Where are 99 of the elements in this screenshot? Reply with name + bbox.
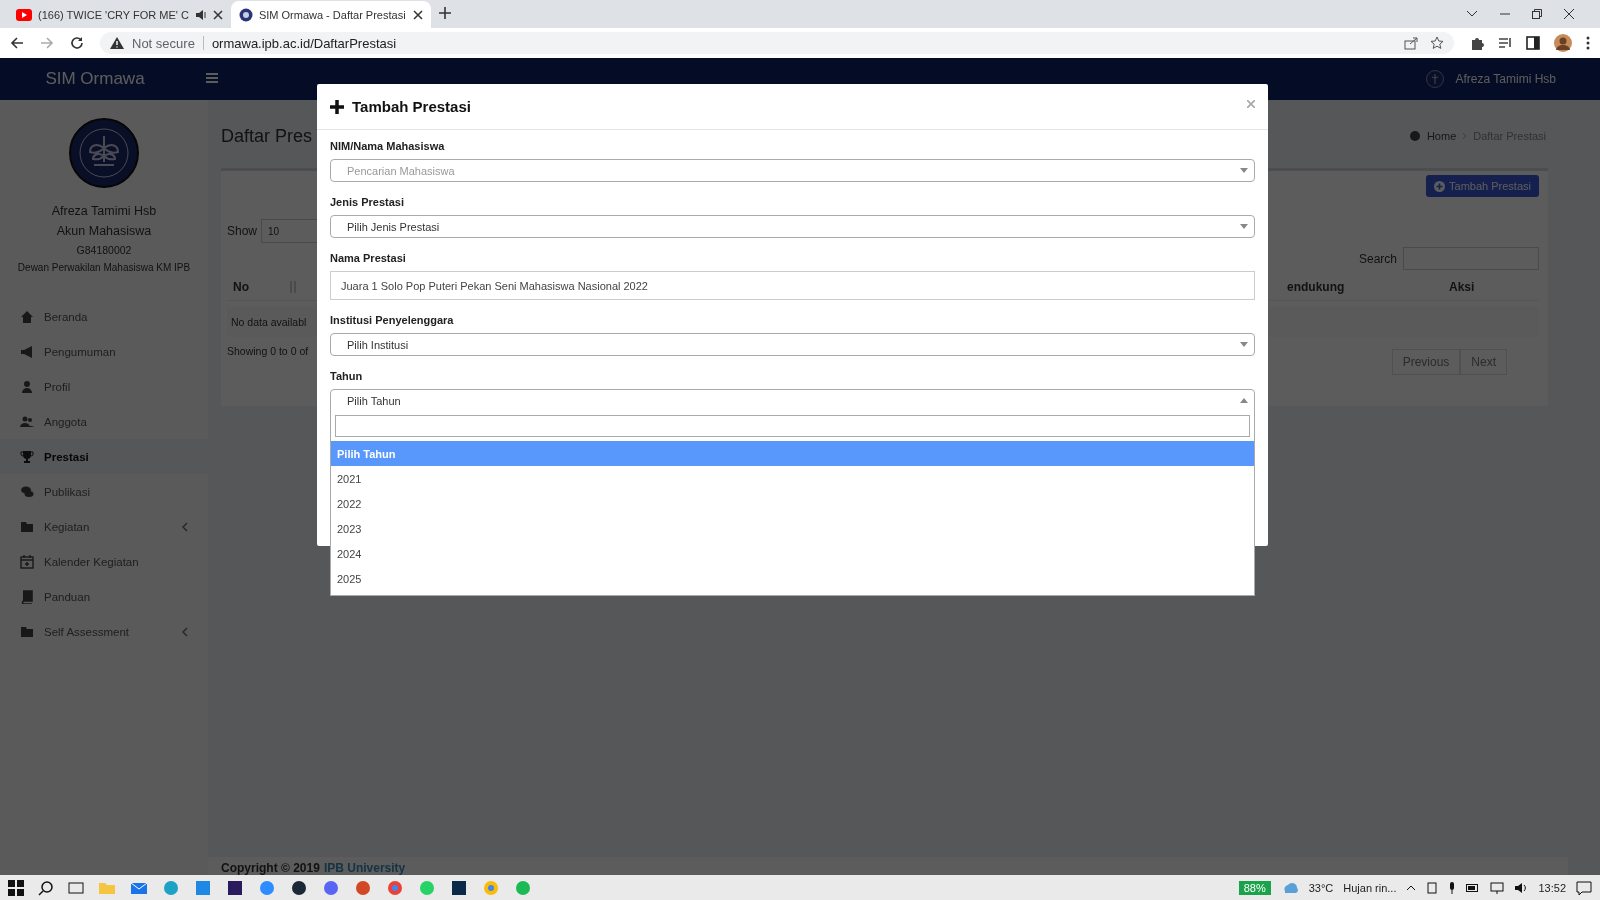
dropdown-option[interactable]: 2023: [331, 516, 1254, 541]
warning-icon: [110, 37, 124, 49]
side-panel-icon[interactable]: [1526, 36, 1540, 50]
browser-tab[interactable]: SIM Ormawa - Daftar Prestasi: [230, 1, 431, 28]
home-icon: [20, 309, 34, 324]
text-field[interactable]: Juara 1 Solo Pop Puteri Pekan Seni Mahasiswa Nasional 2022: [330, 271, 1255, 300]
back-icon[interactable]: [10, 36, 24, 50]
seal-icon: [238, 7, 253, 22]
restore-icon[interactable]: [1532, 9, 1542, 19]
avatar-icon[interactable]: [1554, 34, 1572, 52]
microphone-icon[interactable]: [1448, 881, 1457, 894]
notification-icon[interactable]: [1576, 880, 1592, 895]
sidebar-item[interactable]: Publikasi: [0, 474, 208, 509]
app-icon[interactable]: [226, 878, 244, 897]
close-icon[interactable]: [1564, 9, 1574, 19]
trophy-icon: [20, 449, 34, 464]
video-play-icon: [16, 8, 32, 21]
windows-icon[interactable]: [8, 879, 24, 896]
chevron-down-icon[interactable]: [1466, 10, 1478, 18]
app-icon[interactable]: [290, 878, 308, 897]
new-tab-icon[interactable]: [438, 7, 451, 19]
dropdown-option[interactable]: 2021: [331, 466, 1254, 491]
volume-icon[interactable]: [1514, 881, 1529, 894]
app-brand[interactable]: SIM Ormawa: [0, 69, 190, 89]
dropdown-option[interactable]: 2022: [331, 491, 1254, 516]
footer-text: Copyright © 2019: [221, 861, 320, 875]
sidebar-item[interactable]: Beranda: [0, 299, 208, 334]
sidebar-item[interactable]: Self Assessment: [0, 614, 208, 649]
select-field[interactable]: Pilih Institusi: [330, 333, 1255, 356]
star-icon[interactable]: [1430, 36, 1444, 50]
sidebar-item[interactable]: Prestasi: [0, 439, 208, 474]
profile-name: Afreza Tamimi Hsb: [51, 203, 157, 220]
sidebar-item[interactable]: Kegiatan: [0, 509, 208, 544]
tray-icon[interactable]: [1426, 881, 1439, 894]
add-button[interactable]: Tambah Prestasi: [1426, 175, 1539, 197]
show-label: Show: [227, 224, 258, 238]
close-icon[interactable]: [212, 9, 223, 20]
megaphone-icon: [20, 344, 34, 359]
field-label: Jenis Prestasi: [330, 195, 405, 210]
battery-badge: 88%: [1238, 880, 1271, 895]
chevron-right-icon: [1462, 132, 1468, 140]
footer-link[interactable]: IPB University: [323, 861, 406, 875]
modal-title: Tambah Prestasi: [352, 98, 471, 115]
network-icon[interactable]: [1490, 881, 1505, 894]
column-header: Aksi: [1448, 280, 1476, 294]
temperature-text: 33°C: [1308, 881, 1334, 894]
sidebar-item[interactable]: Kalender Kegiatan: [0, 544, 208, 579]
more-icon[interactable]: [1586, 36, 1590, 50]
book-icon: [20, 589, 34, 604]
app-icon[interactable]: [450, 878, 468, 897]
field-label: Tahun: [330, 369, 364, 384]
field-label: Institusi Penyelenggara: [330, 313, 455, 328]
profile-id: G84180002: [76, 243, 132, 258]
chevron-up-icon[interactable]: [1406, 884, 1417, 891]
share-icon[interactable]: [1404, 36, 1418, 50]
sidebar-item[interactable]: Panduan: [0, 579, 208, 614]
page-title: Daftar Pres: [221, 125, 313, 147]
breadcrumb-link[interactable]: Home: [1426, 130, 1457, 142]
reload-icon[interactable]: [70, 36, 84, 50]
folder-icon: [20, 519, 34, 534]
search-icon[interactable]: [38, 879, 54, 896]
user-icon: [20, 379, 34, 394]
security-label: Not secure: [132, 35, 195, 51]
field-label: Nama Prestasi: [330, 251, 407, 266]
select-field[interactable]: Pencarian Mahasiswa: [330, 159, 1255, 182]
puzzle-icon[interactable]: [1470, 36, 1484, 50]
dropdown-option[interactable]: 2024: [331, 541, 1254, 566]
plus-circle-icon: [1434, 180, 1446, 192]
field-label: NIM/Nama Mahasiswa: [330, 139, 446, 154]
dropdown-option[interactable]: Pilih Tahun: [331, 441, 1254, 466]
url-text: ormawa.ipb.ac.id/DaftarPrestasi: [211, 35, 397, 51]
close-icon[interactable]: [412, 9, 423, 20]
empty-message: No data availabl: [231, 316, 307, 328]
menu-icon[interactable]: [206, 73, 218, 83]
profile-role: Akun Mahasiswa: [56, 223, 152, 240]
users-icon: [20, 414, 34, 429]
sidebar-item[interactable]: Anggota: [0, 404, 208, 439]
playlist-icon[interactable]: [1498, 36, 1512, 50]
search-label: Search: [1358, 251, 1397, 266]
plus-icon: [330, 99, 344, 114]
clock-text[interactable]: 13:52: [1538, 881, 1566, 894]
seal-icon: [1425, 70, 1444, 88]
user-name[interactable]: Afreza Tamimi Hsb: [1455, 72, 1556, 86]
select-field[interactable]: Pilih Jenis Prestasi: [330, 215, 1255, 238]
folder-icon: [20, 624, 34, 639]
calendar-icon: [20, 554, 34, 569]
address-bar[interactable]: Not secure ormawa.ipb.ac.id/DaftarPrestasi: [100, 32, 1454, 54]
battery-icon[interactable]: [1466, 882, 1481, 893]
task-view-icon[interactable]: [68, 879, 84, 896]
weather-text: Hujan rin...: [1343, 881, 1397, 894]
column-header: endukung: [1286, 280, 1346, 294]
browser-tab[interactable]: (166) TWICE 'CRY FOR ME' C: [8, 1, 231, 28]
search-field[interactable]: [335, 415, 1250, 437]
column-header: No: [227, 280, 303, 294]
sidebar-item[interactable]: Pengumuman: [0, 334, 208, 369]
seal-icon: [69, 118, 139, 188]
profile-organization: Dewan Perwakilan Mahasiswa KM IPB: [17, 261, 191, 275]
sidebar-item[interactable]: Profil: [0, 369, 208, 404]
dropdown-option[interactable]: 2025: [331, 566, 1254, 591]
